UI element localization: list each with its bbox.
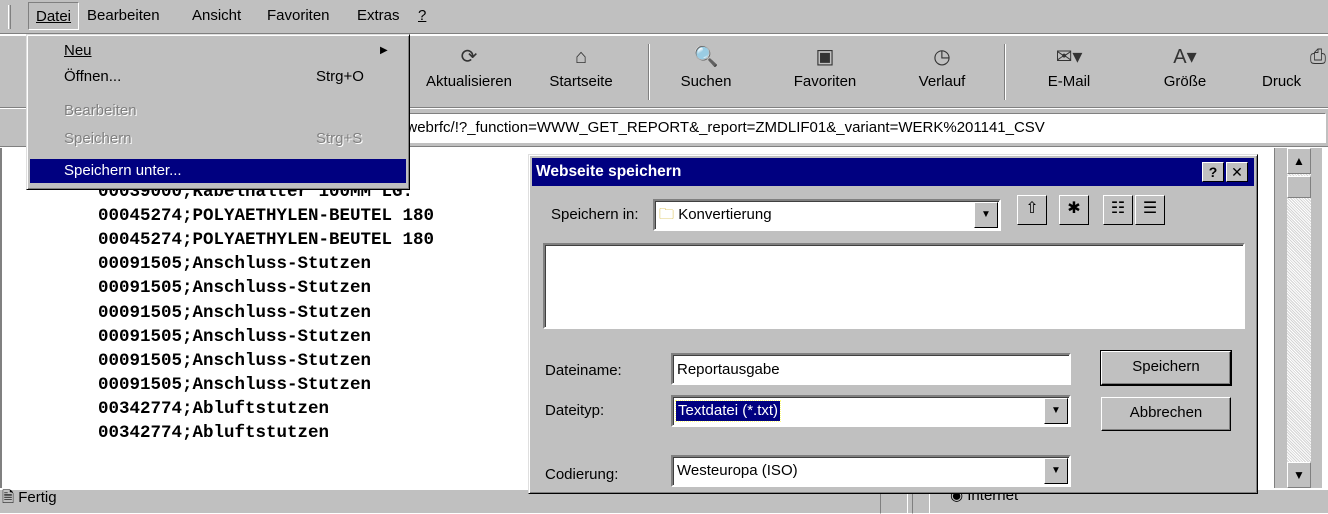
save-in-label: Speichern in: xyxy=(551,206,639,223)
menu-item-bearbeiten: Bearbeiten xyxy=(64,102,137,119)
chevron-down-icon[interactable]: ▼ xyxy=(974,202,998,228)
new-folder-button[interactable]: ✱ xyxy=(1059,195,1089,225)
datei-dropdown-menu: Neu ▶ Öffnen... Strg+O Bearbeiten Speich… xyxy=(26,34,410,190)
chevron-down-icon[interactable]: ▼ xyxy=(1044,398,1068,424)
menu-item-speichern: Speichern Strg+S xyxy=(64,130,363,147)
home-button[interactable]: ⌂ Startseite xyxy=(536,42,626,102)
close-button[interactable]: ✕ xyxy=(1226,162,1248,182)
list-view-icon: ☷ xyxy=(1110,200,1126,217)
vertical-scrollbar[interactable]: ▲ ▼ xyxy=(1274,148,1322,488)
file-list[interactable] xyxy=(543,243,1245,329)
font-size-icon: A▾ xyxy=(1173,46,1197,68)
mail-icon: ✉▾ xyxy=(1055,46,1083,68)
print-button[interactable]: ⎙ Druck xyxy=(1262,42,1328,102)
scroll-down-button[interactable]: ▼ xyxy=(1287,462,1311,488)
status-pane xyxy=(912,492,930,514)
refresh-icon: ⟳ xyxy=(460,46,478,68)
menu-item-speichern-unter[interactable]: Speichern unter... xyxy=(30,159,406,183)
list-view-button[interactable]: ☷ xyxy=(1103,195,1133,225)
help-button[interactable]: ? xyxy=(1202,162,1224,182)
filename-input[interactable]: Reportausgabe xyxy=(671,353,1071,385)
mail-button[interactable]: ✉▾ E-Mail xyxy=(1024,42,1114,102)
report-line: 00091505;Anschluss-Stutzen xyxy=(98,254,372,275)
report-lines: eibe 00039000;Kabelhalter 100MM LG. 0004… xyxy=(98,156,434,445)
up-folder-icon: ⇧ xyxy=(1025,200,1039,217)
up-folder-button[interactable]: ⇧ xyxy=(1017,195,1047,225)
font-size-button[interactable]: A▾ Größe xyxy=(1140,42,1230,102)
favorites-button[interactable]: ▣ Favoriten xyxy=(780,42,870,102)
menu-ansicht[interactable]: Ansicht xyxy=(185,2,248,30)
scroll-track[interactable] xyxy=(1287,148,1311,488)
report-line: 00091505;Anschluss-Stutzen xyxy=(98,326,372,347)
home-icon: ⌂ xyxy=(574,46,588,68)
report-line: 00091505;Anschluss-Stutzen xyxy=(98,278,372,299)
save-webpage-dialog: Webseite speichern ? ✕ Speichern in: 🗀 K… xyxy=(528,154,1258,494)
encoding-label: Codierung: xyxy=(545,466,619,483)
scroll-up-button[interactable]: ▲ xyxy=(1287,148,1311,174)
toolbar-separator xyxy=(648,44,650,100)
report-line: 00091505;Anschluss-Stutzen xyxy=(98,374,372,395)
report-line: 00342774;Abluftstutzen xyxy=(98,398,330,419)
scroll-thumb[interactable] xyxy=(1287,176,1311,198)
page-icon: 🗎 xyxy=(2,489,15,506)
search-icon: 🔍 xyxy=(693,46,719,68)
cancel-button[interactable]: Abbrechen xyxy=(1101,397,1231,431)
arrow-up-icon: ▲ xyxy=(1293,154,1305,168)
menu-bearbeiten[interactable]: Bearbeiten xyxy=(80,2,167,30)
favorites-icon: ▣ xyxy=(815,46,835,68)
dialog-title: Webseite speichern xyxy=(536,163,682,180)
menubar-grip xyxy=(8,5,11,29)
close-icon: ✕ xyxy=(1231,164,1243,180)
report-line: 00091505;Anschluss-Stutzen xyxy=(98,302,372,323)
save-button[interactable]: Speichern xyxy=(1100,350,1232,386)
new-folder-icon: ✱ xyxy=(1067,200,1081,217)
encoding-select[interactable]: Westeuropa (ISO) ▼ xyxy=(671,455,1071,487)
history-button[interactable]: ◷ Verlauf xyxy=(900,42,984,102)
menu-favoriten[interactable]: Favoriten xyxy=(260,2,337,30)
toolbar-separator xyxy=(1004,44,1006,100)
arrow-down-icon: ▼ xyxy=(1293,468,1305,482)
print-icon: ⎙ xyxy=(1310,46,1326,68)
menu-bar: Datei Bearbeiten Ansicht Favoriten Extra… xyxy=(0,0,1328,34)
filename-label: Dateiname: xyxy=(545,362,622,379)
filetype-select[interactable]: Textdatei (*.txt) ▼ xyxy=(671,395,1071,427)
chevron-down-icon[interactable]: ▼ xyxy=(1044,458,1068,484)
report-line: 00045274;POLYAETHYLEN-BEUTEL 180 xyxy=(98,230,435,251)
report-line: 00045274;POLYAETHYLEN-BEUTEL 180 xyxy=(98,206,435,227)
search-button[interactable]: 🔍 Suchen xyxy=(664,42,748,102)
submenu-arrow-icon: ▶ xyxy=(380,45,388,56)
report-line: 00342774;Abluftstutzen xyxy=(98,423,330,444)
details-view-icon: ☰ xyxy=(1142,200,1158,217)
folder-icon: 🗀 xyxy=(659,206,675,223)
menu-item-neu[interactable]: Neu ▶ xyxy=(30,39,406,63)
menu-datei[interactable]: Datei xyxy=(28,2,80,30)
details-view-button[interactable]: ☰ xyxy=(1135,195,1165,225)
status-text: 🗎 Fertig xyxy=(2,489,57,506)
help-icon: ? xyxy=(1208,164,1218,180)
dialog-titlebar[interactable]: Webseite speichern ? ✕ xyxy=(532,158,1254,186)
report-line: 00091505;Anschluss-Stutzen xyxy=(98,350,372,371)
history-icon: ◷ xyxy=(933,46,951,68)
menu-extras[interactable]: Extras xyxy=(350,2,407,30)
refresh-button[interactable]: ⟳ Aktualisieren xyxy=(414,42,524,102)
filetype-label: Dateityp: xyxy=(545,402,605,419)
menu-item-oeffnen[interactable]: Öffnen... Strg+O xyxy=(30,65,406,89)
menu-help[interactable]: ? xyxy=(411,2,433,30)
status-pane xyxy=(880,492,908,514)
save-in-select[interactable]: 🗀 Konvertierung ▼ xyxy=(653,199,1001,231)
address-input[interactable]: gate/webrfc/!?_function=WWW_GET_REPORT&_… xyxy=(370,113,1326,143)
